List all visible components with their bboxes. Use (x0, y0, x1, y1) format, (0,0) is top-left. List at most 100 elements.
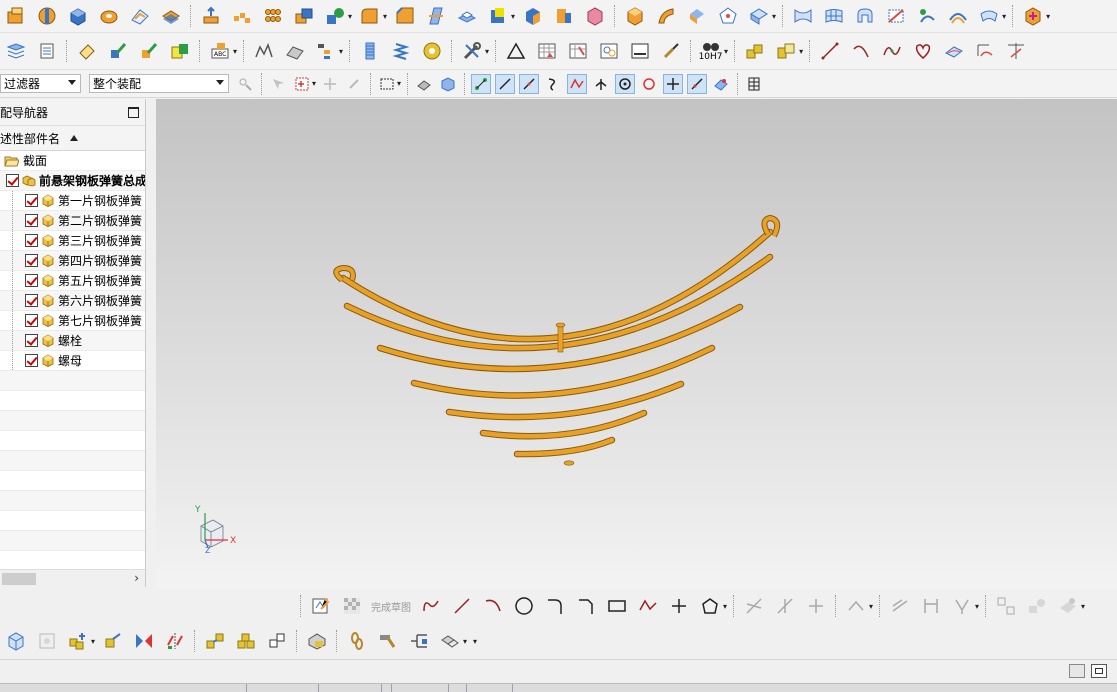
tree-part-row[interactable]: 第七片钢板弹簧 (0, 311, 145, 331)
select-face-icon[interactable] (414, 74, 434, 94)
assembly-navigator-icon[interactable] (3, 629, 28, 654)
visibility-checkbox[interactable] (25, 314, 38, 327)
mirror-curve-icon[interactable] (887, 594, 912, 619)
chevron-down-icon[interactable]: ▾ (1046, 12, 1050, 21)
tree-part-row[interactable]: 第五片钢板弹簧 (0, 271, 145, 291)
leaf-spring-assembly[interactable] (333, 214, 781, 458)
finish-sketch-icon[interactable] (339, 594, 364, 619)
component-array-icon[interactable] (773, 39, 798, 64)
visibility-checkbox[interactable] (6, 174, 19, 187)
chevron-down-icon[interactable]: ▾ (233, 47, 237, 56)
rectangle-select-icon[interactable] (377, 74, 397, 94)
edit-parameters-icon[interactable] (105, 39, 130, 64)
offset-face-icon[interactable] (198, 4, 223, 29)
auto-constrain-icon[interactable] (1024, 594, 1049, 619)
arrangements-icon[interactable] (437, 629, 462, 654)
wave-link-icon[interactable] (34, 629, 59, 654)
tolerance-table-icon[interactable] (596, 39, 621, 64)
shell-icon[interactable] (127, 4, 152, 29)
swept-surface-icon[interactable] (653, 4, 678, 29)
chevron-down-icon[interactable]: ▾ (463, 637, 467, 646)
arc-icon[interactable] (848, 39, 873, 64)
replace-face-icon[interactable] (520, 4, 545, 29)
eraser-icon[interactable] (74, 39, 99, 64)
tools-icon[interactable] (459, 39, 484, 64)
chain-link-icon[interactable] (344, 629, 369, 654)
tree-part-row[interactable]: 第六片钢板弹簧 (0, 291, 145, 311)
snap-spline-pole-icon[interactable] (567, 73, 588, 94)
tree-part-row[interactable]: 第三片钢板弹簧 (0, 231, 145, 251)
exploded-view-icon[interactable] (202, 629, 227, 654)
trimmed-sheet-icon[interactable] (976, 4, 1001, 29)
pin-icon[interactable] (344, 74, 364, 94)
studio-surface-icon[interactable] (852, 4, 877, 29)
trim-body-icon[interactable] (454, 4, 479, 29)
n-sided-surface-icon[interactable] (715, 4, 740, 29)
chevron-down-icon[interactable]: ▾ (339, 47, 343, 56)
through-curves-icon[interactable] (790, 4, 815, 29)
edge-blend-icon[interactable] (357, 4, 382, 29)
restore-window-icon[interactable] (1091, 664, 1107, 678)
tree-part-row[interactable]: 螺栓 (0, 331, 145, 351)
hole-icon[interactable] (96, 4, 121, 29)
sew-icon[interactable] (746, 4, 771, 29)
studio-spline-icon[interactable] (635, 594, 660, 619)
assembly-constraints-icon[interactable] (131, 629, 156, 654)
type-filter-select[interactable]: 过滤器 (0, 74, 81, 93)
visibility-checkbox[interactable] (25, 194, 38, 207)
ruled-surface-icon[interactable] (684, 4, 709, 29)
visibility-checkbox[interactable] (25, 234, 38, 247)
snap-control-point-icon[interactable] (519, 73, 540, 94)
chevron-down-icon[interactable]: ▾ (397, 79, 401, 88)
paint-brush-icon[interactable] (658, 39, 683, 64)
pattern-grid-icon[interactable] (260, 4, 285, 29)
sketch-arc-icon[interactable] (480, 594, 505, 619)
add-existing-component-icon[interactable] (65, 629, 90, 654)
fit-tolerance-icon[interactable]: 10H7 (698, 39, 723, 64)
snap-quadrant-icon[interactable] (639, 74, 659, 94)
note-abc-icon[interactable]: ABC (207, 39, 232, 64)
constraint-icon[interactable] (949, 594, 974, 619)
chevron-down-icon[interactable]: ▾ (772, 12, 776, 21)
offset-curve-icon[interactable] (843, 594, 868, 619)
visibility-checkbox[interactable] (25, 354, 38, 367)
select-feature-icon[interactable] (268, 74, 288, 94)
edit-position-icon[interactable] (136, 39, 161, 64)
chevron-down-icon[interactable]: ▾ (799, 47, 803, 56)
sketch-line-icon[interactable] (449, 594, 474, 619)
tree-assembly-row[interactable]: 前悬架钢板弹簧总成 (0, 171, 145, 191)
split-body-icon[interactable] (485, 4, 510, 29)
relations-browser-icon[interactable] (1055, 594, 1080, 619)
clipping-icon[interactable] (282, 39, 307, 64)
intersection-curve-icon[interactable] (1003, 39, 1028, 64)
chevron-down-icon[interactable]: ▾ (383, 12, 387, 21)
dimension-icon[interactable] (918, 594, 943, 619)
component-group-icon[interactable] (742, 39, 767, 64)
quick-extend-icon[interactable] (772, 594, 797, 619)
snap-point-icon[interactable] (320, 74, 340, 94)
triangle-icon[interactable] (503, 39, 528, 64)
tree-part-row[interactable]: 第二片钢板弹簧 (0, 211, 145, 231)
hierarchy-icon[interactable] (313, 39, 338, 64)
spring-icon[interactable] (388, 39, 413, 64)
visibility-checkbox[interactable] (25, 254, 38, 267)
component-pattern-icon[interactable] (233, 629, 258, 654)
layer-list-icon[interactable] (34, 39, 59, 64)
product-interface-icon[interactable] (406, 629, 431, 654)
select-general-icon[interactable] (292, 74, 312, 94)
interference-check-icon[interactable] (375, 629, 400, 654)
chevron-down-icon[interactable]: ▾ (869, 602, 873, 611)
sketch-icon[interactable] (308, 594, 333, 619)
maximize-icon[interactable] (128, 107, 139, 118)
visibility-checkbox[interactable] (25, 294, 38, 307)
layer-settings-icon[interactable] (3, 39, 28, 64)
snap-point-on-curve-icon[interactable] (687, 73, 708, 94)
block-icon[interactable] (65, 4, 90, 29)
scroll-right-icon[interactable]: › (134, 571, 139, 585)
chevron-down-icon[interactable]: ▾ (975, 602, 979, 611)
quick-trim-icon[interactable] (741, 594, 766, 619)
chevron-down-icon[interactable]: ▾ (348, 12, 352, 21)
select-body-icon[interactable] (438, 74, 458, 94)
chevron-down-icon[interactable]: ▾ (723, 602, 727, 611)
visibility-checkbox[interactable] (25, 274, 38, 287)
